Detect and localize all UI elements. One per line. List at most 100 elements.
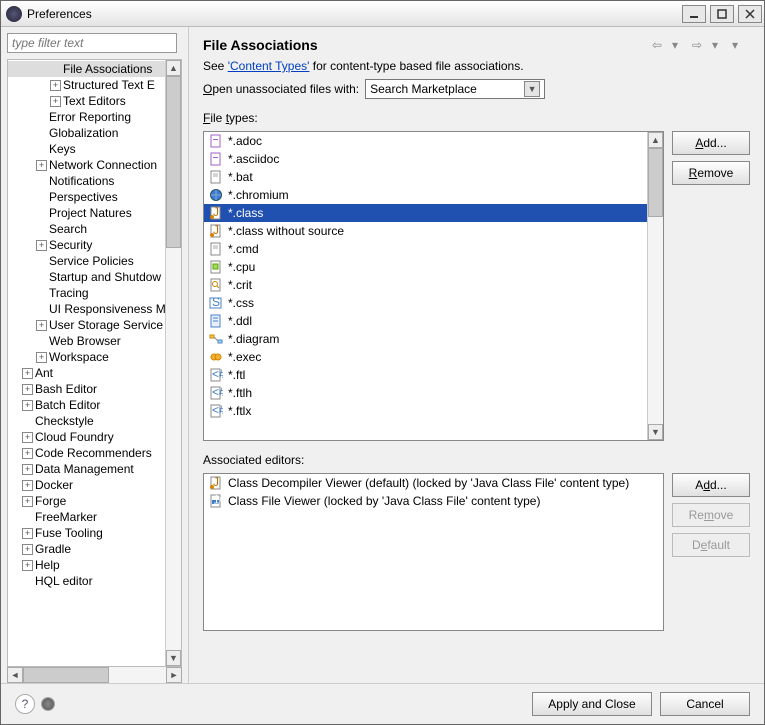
minimize-button[interactable]: [682, 5, 706, 23]
expand-icon[interactable]: +: [22, 496, 33, 507]
expand-icon[interactable]: +: [22, 560, 33, 571]
filetypes-add-button[interactable]: Add...: [672, 131, 750, 155]
tree-item[interactable]: Service Policies: [8, 253, 165, 269]
expand-icon[interactable]: +: [22, 368, 33, 379]
back-menu[interactable]: ▾: [672, 37, 688, 53]
filetype-item[interactable]: <#>*.ftl: [204, 366, 647, 384]
filetype-item[interactable]: *.cpu: [204, 258, 647, 276]
filetypes-vscroll[interactable]: ▲ ▼: [647, 132, 663, 440]
tree-item[interactable]: +Text Editors: [8, 93, 165, 109]
open-unassociated-combo[interactable]: Search Marketplace ▼: [365, 79, 545, 99]
class-icon: J: [208, 223, 224, 239]
filetype-item[interactable]: *.adoc: [204, 132, 647, 150]
tree-item[interactable]: +Bash Editor: [8, 381, 165, 397]
filetype-item[interactable]: J*.class without source: [204, 222, 647, 240]
expand-icon[interactable]: +: [36, 320, 47, 331]
tree-item-label: Globalization: [49, 126, 118, 140]
tree-item[interactable]: Checkstyle: [8, 413, 165, 429]
expand-icon[interactable]: +: [50, 80, 61, 91]
preferences-tree[interactable]: File Associations+Structured Text E+Text…: [8, 60, 165, 666]
assoc-remove-button: Remove: [672, 503, 750, 527]
tree-item[interactable]: FreeMarker: [8, 509, 165, 525]
svg-text:<#>: <#>: [212, 404, 223, 417]
view-menu[interactable]: ▾: [732, 37, 748, 53]
tree-item-label: Docker: [35, 478, 73, 492]
apply-close-button[interactable]: Apply and Close: [532, 692, 652, 716]
expand-icon[interactable]: +: [22, 480, 33, 491]
expand-icon[interactable]: +: [36, 352, 47, 363]
close-button[interactable]: [738, 5, 762, 23]
expand-icon[interactable]: +: [36, 160, 47, 171]
expand-icon[interactable]: +: [22, 544, 33, 555]
expand-icon[interactable]: +: [22, 528, 33, 539]
assoc-editor-item[interactable]: 101Class File Viewer (locked by 'Java Cl…: [204, 492, 663, 510]
tree-item[interactable]: Notifications: [8, 173, 165, 189]
tree-item[interactable]: +Structured Text E: [8, 77, 165, 93]
cancel-button[interactable]: Cancel: [660, 692, 750, 716]
filetype-item[interactable]: J*.class: [204, 204, 647, 222]
filetype-item[interactable]: *.ddl: [204, 312, 647, 330]
filetype-item[interactable]: S*.css: [204, 294, 647, 312]
footer: ? Apply and Close Cancel: [1, 683, 764, 724]
tree-item[interactable]: UI Responsiveness M: [8, 301, 165, 317]
back-button[interactable]: ⇦: [652, 37, 668, 53]
filetype-item[interactable]: *.diagram: [204, 330, 647, 348]
assoc-add-button[interactable]: Add...: [672, 473, 750, 497]
tree-hscroll[interactable]: ◄ ►: [7, 667, 182, 683]
filter-input[interactable]: [7, 33, 177, 53]
content-types-link[interactable]: 'Content Types': [228, 59, 310, 73]
expand-icon[interactable]: +: [22, 400, 33, 411]
filetype-item[interactable]: <#>*.ftlh: [204, 384, 647, 402]
expand-icon[interactable]: +: [22, 432, 33, 443]
tree-item[interactable]: Perspectives: [8, 189, 165, 205]
filetype-item[interactable]: *.cmd: [204, 240, 647, 258]
filetype-item[interactable]: *.exec: [204, 348, 647, 366]
expand-icon[interactable]: +: [50, 96, 61, 107]
filetype-item[interactable]: *.crit: [204, 276, 647, 294]
filetypes-remove-button[interactable]: Remove: [672, 161, 750, 185]
tree-item[interactable]: +Gradle: [8, 541, 165, 557]
tree-item-label: Security: [49, 238, 92, 252]
expand-icon[interactable]: +: [22, 464, 33, 475]
filetypes-list[interactable]: *.adoc*.asciidoc*.bat*.chromiumJ*.classJ…: [203, 131, 664, 441]
assoc-editors-list[interactable]: JClass Decompiler Viewer (default) (lock…: [203, 473, 664, 631]
filetype-item[interactable]: *.bat: [204, 168, 647, 186]
tree-item[interactable]: Startup and Shutdow: [8, 269, 165, 285]
tree-item[interactable]: Project Natures: [8, 205, 165, 221]
tree-vscroll[interactable]: ▲ ▼: [165, 60, 181, 666]
filetype-item[interactable]: <#>*.ftlx: [204, 402, 647, 420]
tree-item[interactable]: Search: [8, 221, 165, 237]
tree-item[interactable]: Globalization: [8, 125, 165, 141]
tree-item[interactable]: +Batch Editor: [8, 397, 165, 413]
assoc-editor-item[interactable]: JClass Decompiler Viewer (default) (lock…: [204, 474, 663, 492]
help-button[interactable]: ?: [15, 694, 35, 714]
tree-item[interactable]: +Network Connection: [8, 157, 165, 173]
tree-item[interactable]: +Security: [8, 237, 165, 253]
forward-menu[interactable]: ▾: [712, 37, 728, 53]
tree-item[interactable]: +Forge: [8, 493, 165, 509]
tree-item[interactable]: +Cloud Foundry: [8, 429, 165, 445]
tree-item[interactable]: +Workspace: [8, 349, 165, 365]
tree-item[interactable]: HQL editor: [8, 573, 165, 589]
tree-item[interactable]: +Docker: [8, 477, 165, 493]
filetype-item[interactable]: *.chromium: [204, 186, 647, 204]
tree-item-label: Project Natures: [49, 206, 132, 220]
tree-item[interactable]: +Ant: [8, 365, 165, 381]
tree-item[interactable]: +Fuse Tooling: [8, 525, 165, 541]
filetype-item[interactable]: *.asciidoc: [204, 150, 647, 168]
tree-item[interactable]: Tracing: [8, 285, 165, 301]
tree-item[interactable]: Web Browser: [8, 333, 165, 349]
maximize-button[interactable]: [710, 5, 734, 23]
tree-item[interactable]: +Code Recommenders: [8, 445, 165, 461]
tree-item[interactable]: +Data Management: [8, 461, 165, 477]
tree-item[interactable]: +User Storage Service: [8, 317, 165, 333]
tree-item[interactable]: Keys: [8, 141, 165, 157]
forward-button[interactable]: ⇨: [692, 37, 708, 53]
expand-icon[interactable]: +: [22, 448, 33, 459]
tree-item[interactable]: Error Reporting: [8, 109, 165, 125]
tree-item[interactable]: File Associations: [8, 61, 165, 77]
expand-icon[interactable]: +: [36, 240, 47, 251]
tree-item[interactable]: +Help: [8, 557, 165, 573]
expand-icon[interactable]: +: [22, 384, 33, 395]
titlebar[interactable]: Preferences: [1, 1, 764, 27]
